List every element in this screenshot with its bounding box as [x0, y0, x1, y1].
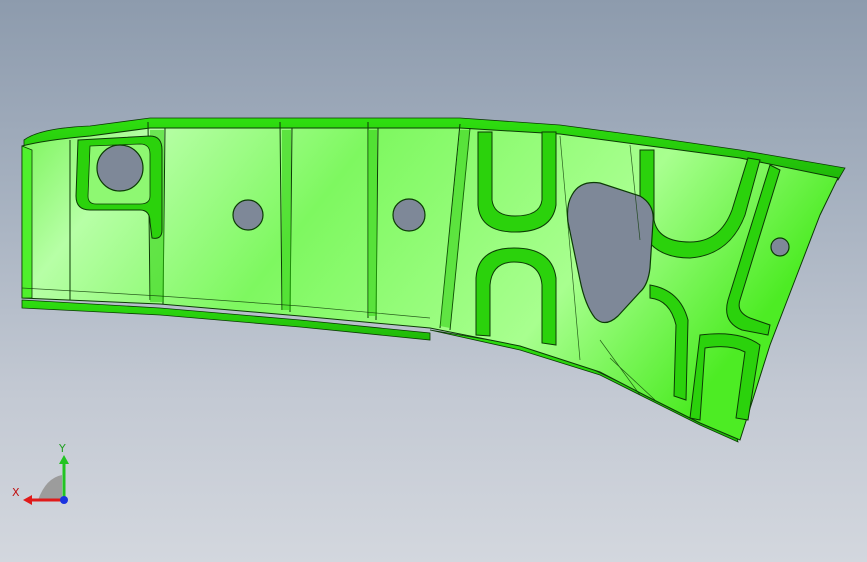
graphics-viewport[interactable]: Y X — [0, 0, 867, 562]
x-axis-label: X — [12, 486, 20, 499]
3d-model-view[interactable] — [0, 0, 867, 562]
center-left-hole — [232, 199, 264, 231]
z-axis-dot — [60, 496, 68, 504]
left-end-face — [21, 145, 33, 299]
x-axis-arrow — [23, 495, 32, 505]
right-small-hole — [770, 237, 790, 257]
axis-triad: Y X — [12, 442, 69, 505]
y-axis-arrow — [59, 455, 69, 464]
y-axis-label: Y — [58, 442, 66, 455]
center-hole — [392, 198, 426, 232]
triad-plane — [38, 475, 62, 500]
top-left-hole — [96, 144, 144, 192]
